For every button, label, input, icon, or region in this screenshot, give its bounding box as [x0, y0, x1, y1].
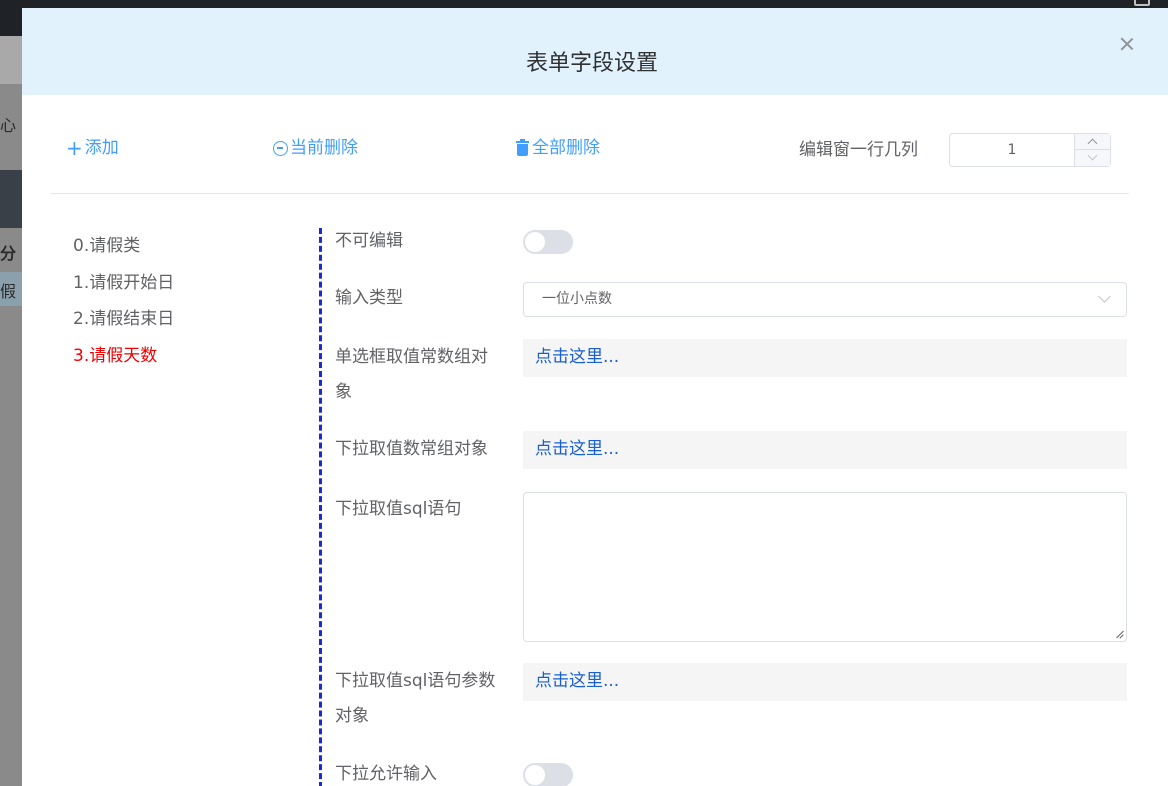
input-type-label: 输入类型 [335, 288, 403, 308]
input-type-value: 一位小点数 [542, 291, 612, 307]
dropdown-constant-label: 下拉取值数常组对象 [335, 439, 488, 459]
stepper-increase-button[interactable] [1075, 134, 1111, 150]
field-list-item-active[interactable]: 3.请假天数 [73, 344, 174, 381]
dropdown-constant-link[interactable]: 点击这里... [535, 431, 619, 467]
toolbar-divider [51, 193, 1129, 194]
add-button-label: 添加 [84, 138, 119, 158]
stepper-decrease-button[interactable] [1075, 150, 1111, 166]
field-list-item[interactable]: 0.请假类 [73, 234, 174, 271]
dropdown-allow-input-switch[interactable] [523, 763, 573, 786]
message-icon [1134, 0, 1150, 6]
field-list-item[interactable]: 2.请假结束日 [73, 307, 174, 344]
columns-per-row-stepper[interactable]: 1 [949, 133, 1111, 167]
dropdown-allow-input-label: 下拉允许输入 [335, 764, 437, 784]
chevron-up-icon [1087, 138, 1098, 149]
background-sidebar-text: 心 [0, 116, 17, 135]
delete-current-button-label: 当前删除 [290, 138, 358, 158]
dropdown-constant-field[interactable]: 点击这里... [523, 431, 1127, 469]
form-field-settings-dialog: 表单字段设置 + 添加 当前删除 全部删除 编辑窗一行几列 1 0.请假类 1.… [22, 8, 1168, 786]
background-toolbar [0, 170, 22, 228]
close-icon[interactable] [1116, 34, 1138, 56]
delete-current-button[interactable]: 当前删除 [273, 136, 358, 160]
stepper-buttons [1074, 134, 1111, 166]
dropdown-sql-params-label-line2: 对象 [335, 706, 369, 726]
dropdown-sql-params-label-line1: 下拉取值sql语句参数 [335, 671, 496, 691]
panel-divider [319, 228, 322, 786]
dropdown-sql-textarea[interactable] [523, 492, 1127, 642]
resize-handle-icon[interactable] [1114, 629, 1124, 639]
plus-icon: + [66, 136, 83, 160]
trash-icon [516, 139, 529, 156]
field-list: 0.请假类 1.请假开始日 2.请假结束日 3.请假天数 [73, 234, 174, 380]
dropdown-sql-params-label: 下拉取值sql语句参数 对象 [335, 664, 505, 734]
delete-all-button-label: 全部删除 [532, 138, 600, 158]
not-editable-switch[interactable] [523, 230, 573, 254]
columns-per-row-input[interactable]: 1 [950, 134, 1074, 166]
delete-all-button[interactable]: 全部删除 [516, 136, 600, 160]
radio-constant-label-line2: 象 [335, 382, 352, 402]
chevron-down-icon [1087, 150, 1098, 161]
radio-constant-link[interactable]: 点击这里... [535, 339, 619, 375]
background-column-header: 分 [0, 244, 17, 263]
dialog-title: 表单字段设置 [525, 51, 658, 76]
dropdown-sql-params-field[interactable]: 点击这里... [523, 663, 1127, 701]
dialog-header: 表单字段设置 [22, 8, 1168, 95]
columns-per-row-label: 编辑窗一行几列 [799, 140, 918, 160]
radio-constant-label: 单选框取值常数组对 象 [335, 340, 505, 410]
not-editable-label: 不可编辑 [335, 231, 403, 251]
switch-knob [525, 232, 545, 252]
background-row-text: 假 [0, 282, 17, 301]
dropdown-sql-params-link[interactable]: 点击这里... [535, 663, 619, 699]
add-button[interactable]: + 添加 [66, 136, 119, 160]
chevron-down-icon [1098, 290, 1111, 303]
radio-constant-field[interactable]: 点击这里... [523, 339, 1127, 377]
minus-circle-icon [273, 140, 288, 156]
switch-knob [525, 765, 545, 785]
radio-constant-label-line1: 单选框取值常数组对 [335, 347, 488, 367]
field-list-item[interactable]: 1.请假开始日 [73, 271, 174, 308]
dropdown-sql-label: 下拉取值sql语句 [335, 499, 462, 519]
input-type-select[interactable]: 一位小点数 [523, 282, 1127, 317]
